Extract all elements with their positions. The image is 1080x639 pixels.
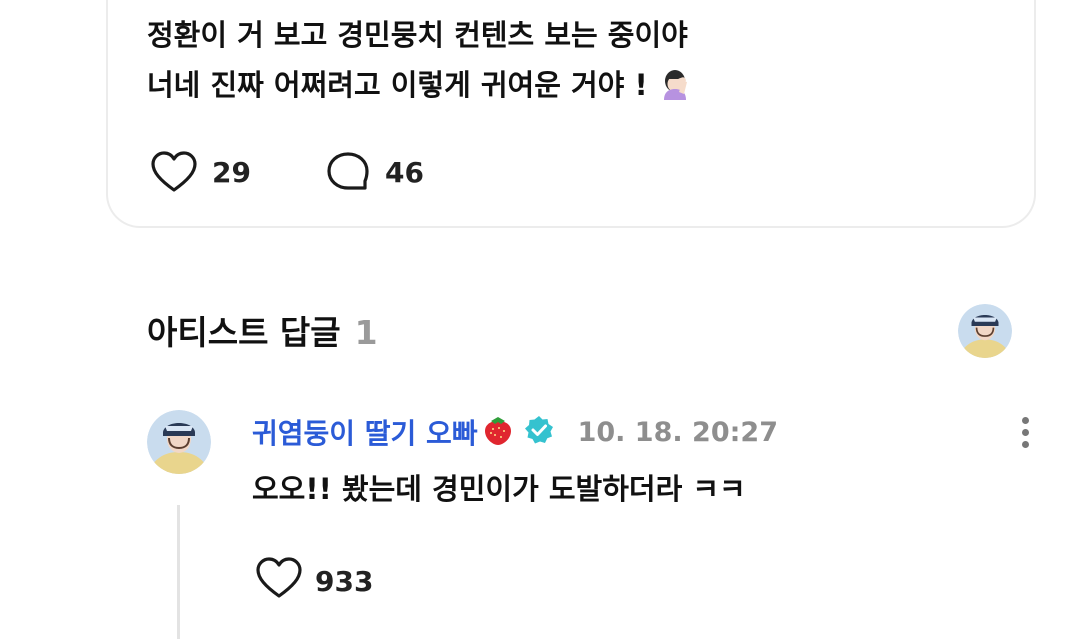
reply-meta: 귀염둥이 딸기 오빠 10. 18. 20:27 [252, 412, 778, 452]
strawberry-emoji-icon [482, 413, 514, 451]
reply-author-avatar[interactable] [147, 410, 211, 474]
post-text-line-1: 정환이 거 보고 경민뭉치 컨텐츠 보는 중이야 [147, 18, 688, 52]
artist-avatar-header[interactable] [958, 304, 1012, 358]
heart-outline-icon [255, 556, 303, 607]
artist-replies-header: 아티스트 답글 1 [147, 306, 378, 354]
reply-author-name[interactable]: 귀염둥이 딸기 오빠 [252, 412, 478, 452]
reply-text: 오오!! 봤는데 경민이가 도발하더라 ㅋㅋ [252, 472, 746, 506]
heart-outline-icon [150, 150, 198, 194]
artist-replies-title: 아티스트 답글 [147, 313, 341, 352]
post-body: 정환이 거 보고 경민뭉치 컨텐츠 보는 중이야 너네 진짜 어쩌려고 이렇게 … [147, 10, 692, 110]
reply-thread-line [177, 505, 180, 639]
post-comment-button[interactable]: 46 [325, 150, 424, 194]
post-like-button[interactable]: 29 [150, 150, 251, 194]
more-vertical-icon [1021, 416, 1029, 424]
facepalm-emoji-icon [658, 66, 692, 100]
post-comment-count: 46 [385, 155, 424, 189]
reply-like-button[interactable]: 933 [255, 556, 373, 607]
post-like-count: 29 [212, 155, 251, 189]
more-vertical-icon-dot [1021, 428, 1029, 436]
speech-bubble-icon [325, 150, 371, 194]
more-options-button[interactable] [1010, 412, 1040, 452]
reply-like-count: 933 [315, 565, 374, 598]
comment-screen: 정환이 거 보고 경민뭉치 컨텐츠 보는 중이야 너네 진짜 어쩌려고 이렇게 … [0, 0, 1080, 639]
reply-timestamp: 10. 18. 20:27 [577, 416, 778, 448]
post-text-line-2-text: 너네 진짜 어쩌려고 이렇게 귀여운 거야 ! [147, 68, 648, 102]
verified-badge-icon [524, 415, 554, 449]
more-vertical-icon-dot [1021, 440, 1029, 448]
artist-replies-count: 1 [354, 313, 378, 352]
post-text-line-2: 너네 진짜 어쩌려고 이렇게 귀여운 거야 ! [147, 60, 692, 110]
